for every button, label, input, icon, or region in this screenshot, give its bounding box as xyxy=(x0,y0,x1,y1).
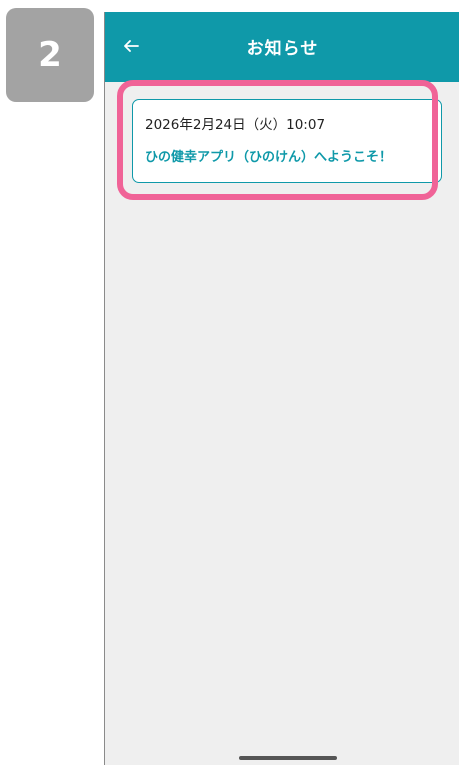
phone-screen: お知らせ 2026年2月24日（火）10:07 ひの健幸アプリ（ひのけん）へよう… xyxy=(104,12,459,765)
notice-title: ひの健幸アプリ（ひのけん）へようこそ！ xyxy=(145,150,393,165)
notice-date: 2026年2月24日（火）10:07 xyxy=(145,117,326,133)
tutorial-screen: 2 お知らせ 2026年2月24日（火）10:07 ひの健幸アプリ（ひのけん）へ… xyxy=(0,0,459,765)
page-title: お知らせ xyxy=(246,39,319,59)
notice-list-item[interactable]: 2026年2月24日（火）10:07 ひの健幸アプリ（ひのけん）へようこそ！ xyxy=(132,99,442,183)
step-number: 2 xyxy=(38,35,62,75)
app-header: お知らせ xyxy=(105,12,459,82)
step-number-badge: 2 xyxy=(6,8,94,102)
home-indicator xyxy=(239,756,337,760)
